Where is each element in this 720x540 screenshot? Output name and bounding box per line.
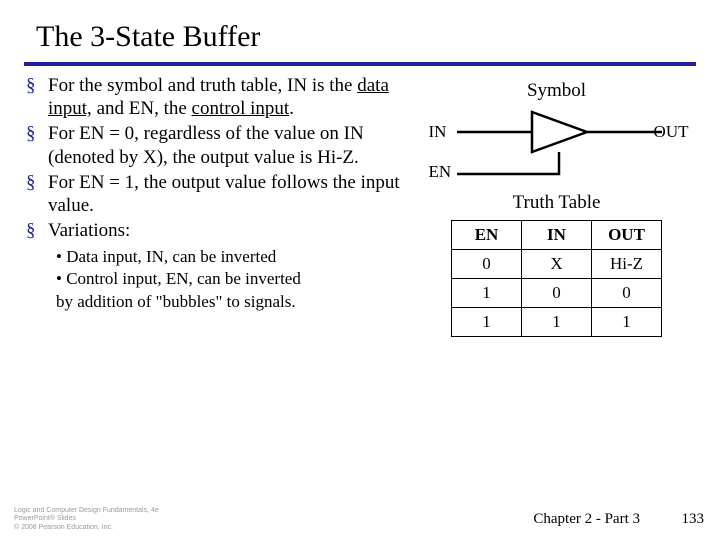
right-column: Symbol IN OUT EN Truth Table EN IN OUT 0… [405, 74, 702, 337]
bullet-list: For the symbol and truth table, IN is th… [22, 74, 405, 242]
copy-1: Logic and Computer Design Fundamentals, … [14, 507, 159, 515]
sub-2: • Control input, EN, can be inverted [56, 268, 405, 289]
label-in: IN [429, 122, 447, 142]
th-in: IN [522, 221, 592, 250]
sub-3: by addition of "bubbles" to signals. [56, 291, 405, 312]
cell: 0 [522, 279, 592, 308]
copy-3: © 2008 Pearson Education, Inc. [14, 524, 159, 532]
footer-chapter: Chapter 2 - Part 3 [533, 511, 640, 528]
truth-table-label: Truth Table [411, 192, 702, 214]
cell: 0 [592, 279, 662, 308]
b1-pre: For the symbol and truth table, IN is th… [48, 75, 357, 96]
cell: 1 [592, 308, 662, 337]
symbol-label: Symbol [411, 80, 702, 102]
truth-table: EN IN OUT 0 X Hi-Z 1 0 0 1 1 1 [451, 220, 662, 337]
sub-1: • Data input, IN, can be inverted [56, 246, 405, 267]
table-row: 1 1 1 [452, 308, 662, 337]
buffer-symbol: IN OUT EN [427, 104, 687, 184]
bullet-2: For EN = 0, regardless of the value on I… [22, 122, 405, 168]
bullet-4: Variations: [22, 219, 405, 242]
footer-page: 133 [682, 511, 705, 528]
label-out: OUT [654, 122, 689, 142]
buffer-svg-icon [427, 104, 687, 184]
cell: 0 [452, 250, 522, 279]
copy-2: PowerPoint® Slides [14, 515, 159, 523]
b1-mid: and EN, the [92, 98, 192, 119]
th-en: EN [452, 221, 522, 250]
table-row: EN IN OUT [452, 221, 662, 250]
page-title: The 3-State Buffer [0, 0, 720, 62]
b1-u2: control input [192, 98, 290, 119]
bullet-3: For EN = 1, the output value follows the… [22, 171, 405, 217]
cell: 1 [452, 308, 522, 337]
title-rule [24, 62, 696, 66]
cell: X [522, 250, 592, 279]
cell: Hi-Z [592, 250, 662, 279]
footer-copyright: Logic and Computer Design Fundamentals, … [14, 507, 159, 532]
sub-bullets: • Data input, IN, can be inverted • Cont… [56, 246, 405, 312]
b1-post: . [289, 98, 294, 119]
th-out: OUT [592, 221, 662, 250]
table-row: 0 X Hi-Z [452, 250, 662, 279]
left-column: For the symbol and truth table, IN is th… [10, 74, 405, 337]
cell: 1 [452, 279, 522, 308]
table-row: 1 0 0 [452, 279, 662, 308]
bullet-1: For the symbol and truth table, IN is th… [22, 74, 405, 120]
cell: 1 [522, 308, 592, 337]
content-area: For the symbol and truth table, IN is th… [0, 74, 720, 337]
label-en: EN [429, 162, 452, 182]
